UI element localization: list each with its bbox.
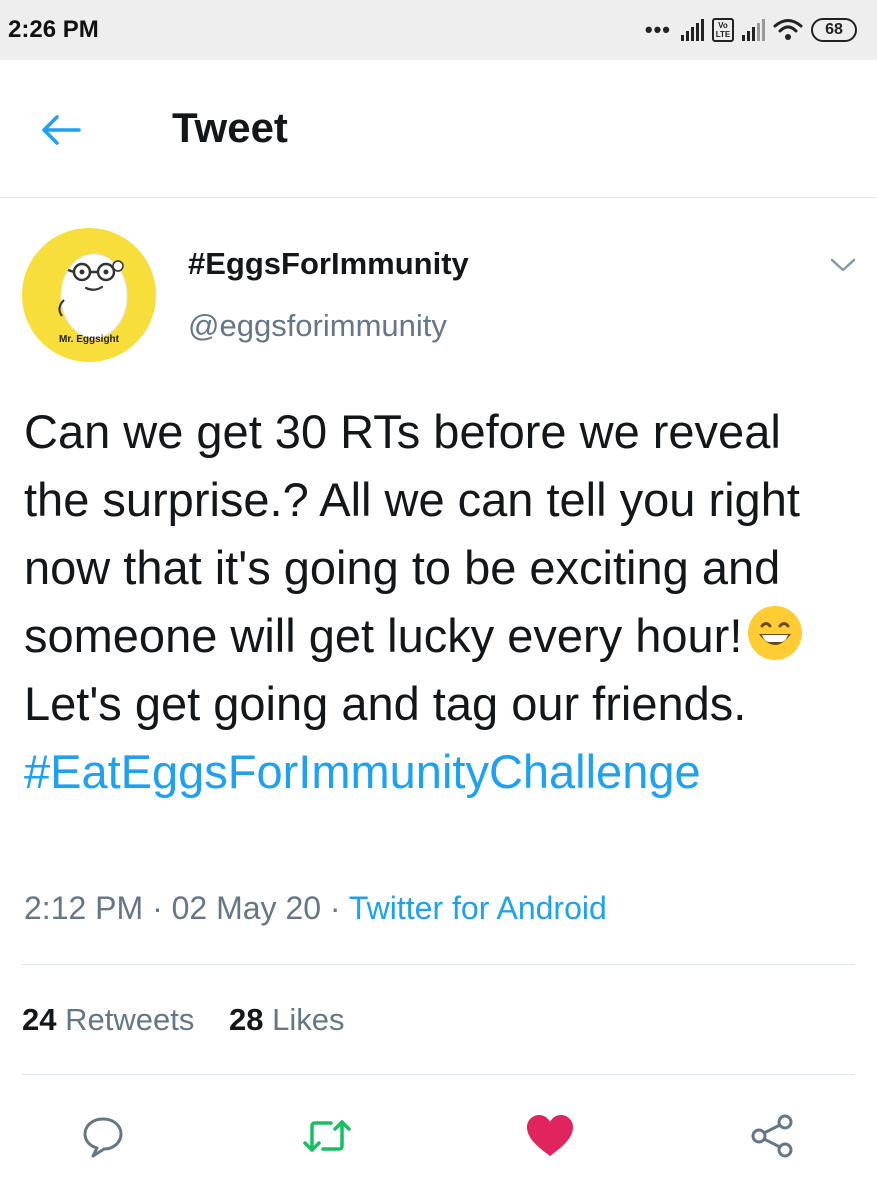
arrow-left-icon (42, 115, 81, 145)
reply-button[interactable] (75, 1108, 131, 1164)
divider (22, 964, 855, 965)
retweet-button[interactable] (299, 1108, 355, 1164)
retweets-stat[interactable]: 24 Retweets (22, 1002, 194, 1037)
page-title: Tweet (172, 104, 288, 151)
share-icon (751, 1114, 793, 1158)
tweet-date: 02 May 20 (171, 890, 322, 926)
retweet-icon (303, 1120, 351, 1152)
avatar-caption: Mr. Eggsight (59, 334, 119, 345)
back-button[interactable] (36, 108, 84, 152)
notification-dots-icon: ••• (644, 17, 671, 42)
user-handle[interactable]: @eggsforimmunity (188, 308, 447, 344)
divider (22, 1074, 855, 1075)
share-button[interactable] (745, 1108, 801, 1164)
signal-icon (681, 19, 704, 41)
signal-icon-2 (742, 19, 765, 41)
likes-stat[interactable]: 28 Likes (229, 1002, 344, 1037)
grinning-face-icon (748, 606, 803, 660)
hashtag-link[interactable]: #EatEggsForImmunityChallenge (24, 745, 701, 798)
chevron-down-icon (830, 258, 856, 272)
wifi-icon (773, 19, 803, 40)
reply-icon (83, 1117, 123, 1158)
status-icons: ••• Vo LTE 68 (645, 17, 857, 43)
tweet-time: 2:12 PM (24, 890, 144, 926)
status-bar: 2:26 PM ••• Vo LTE 68 (0, 0, 877, 60)
heart-icon (527, 1115, 573, 1156)
tweet-header: Tweet (0, 60, 877, 198)
tweet-source-link[interactable]: Twitter for Android (349, 890, 607, 926)
tweet-meta: 2:12 PM · 02 May 20 · Twitter for Androi… (24, 890, 607, 926)
tweet-text-part1: Can we get 30 RTs before we reveal the s… (24, 405, 800, 662)
tweet-text-part2: Let's get going and tag our friends. (24, 677, 747, 730)
tweet-menu-button[interactable] (826, 250, 860, 280)
tweet-text: Can we get 30 RTs before we reveal the s… (24, 398, 854, 806)
avatar[interactable]: Mr. Eggsight (22, 228, 156, 362)
display-name[interactable]: #EggsForImmunity (188, 246, 469, 282)
status-time: 2:26 PM (8, 16, 99, 43)
tweet-stats: 24 Retweets 28 Likes (22, 1002, 370, 1038)
like-button[interactable] (522, 1108, 578, 1164)
volte-icon: Vo LTE (712, 18, 734, 42)
battery-icon: 68 (811, 18, 857, 42)
